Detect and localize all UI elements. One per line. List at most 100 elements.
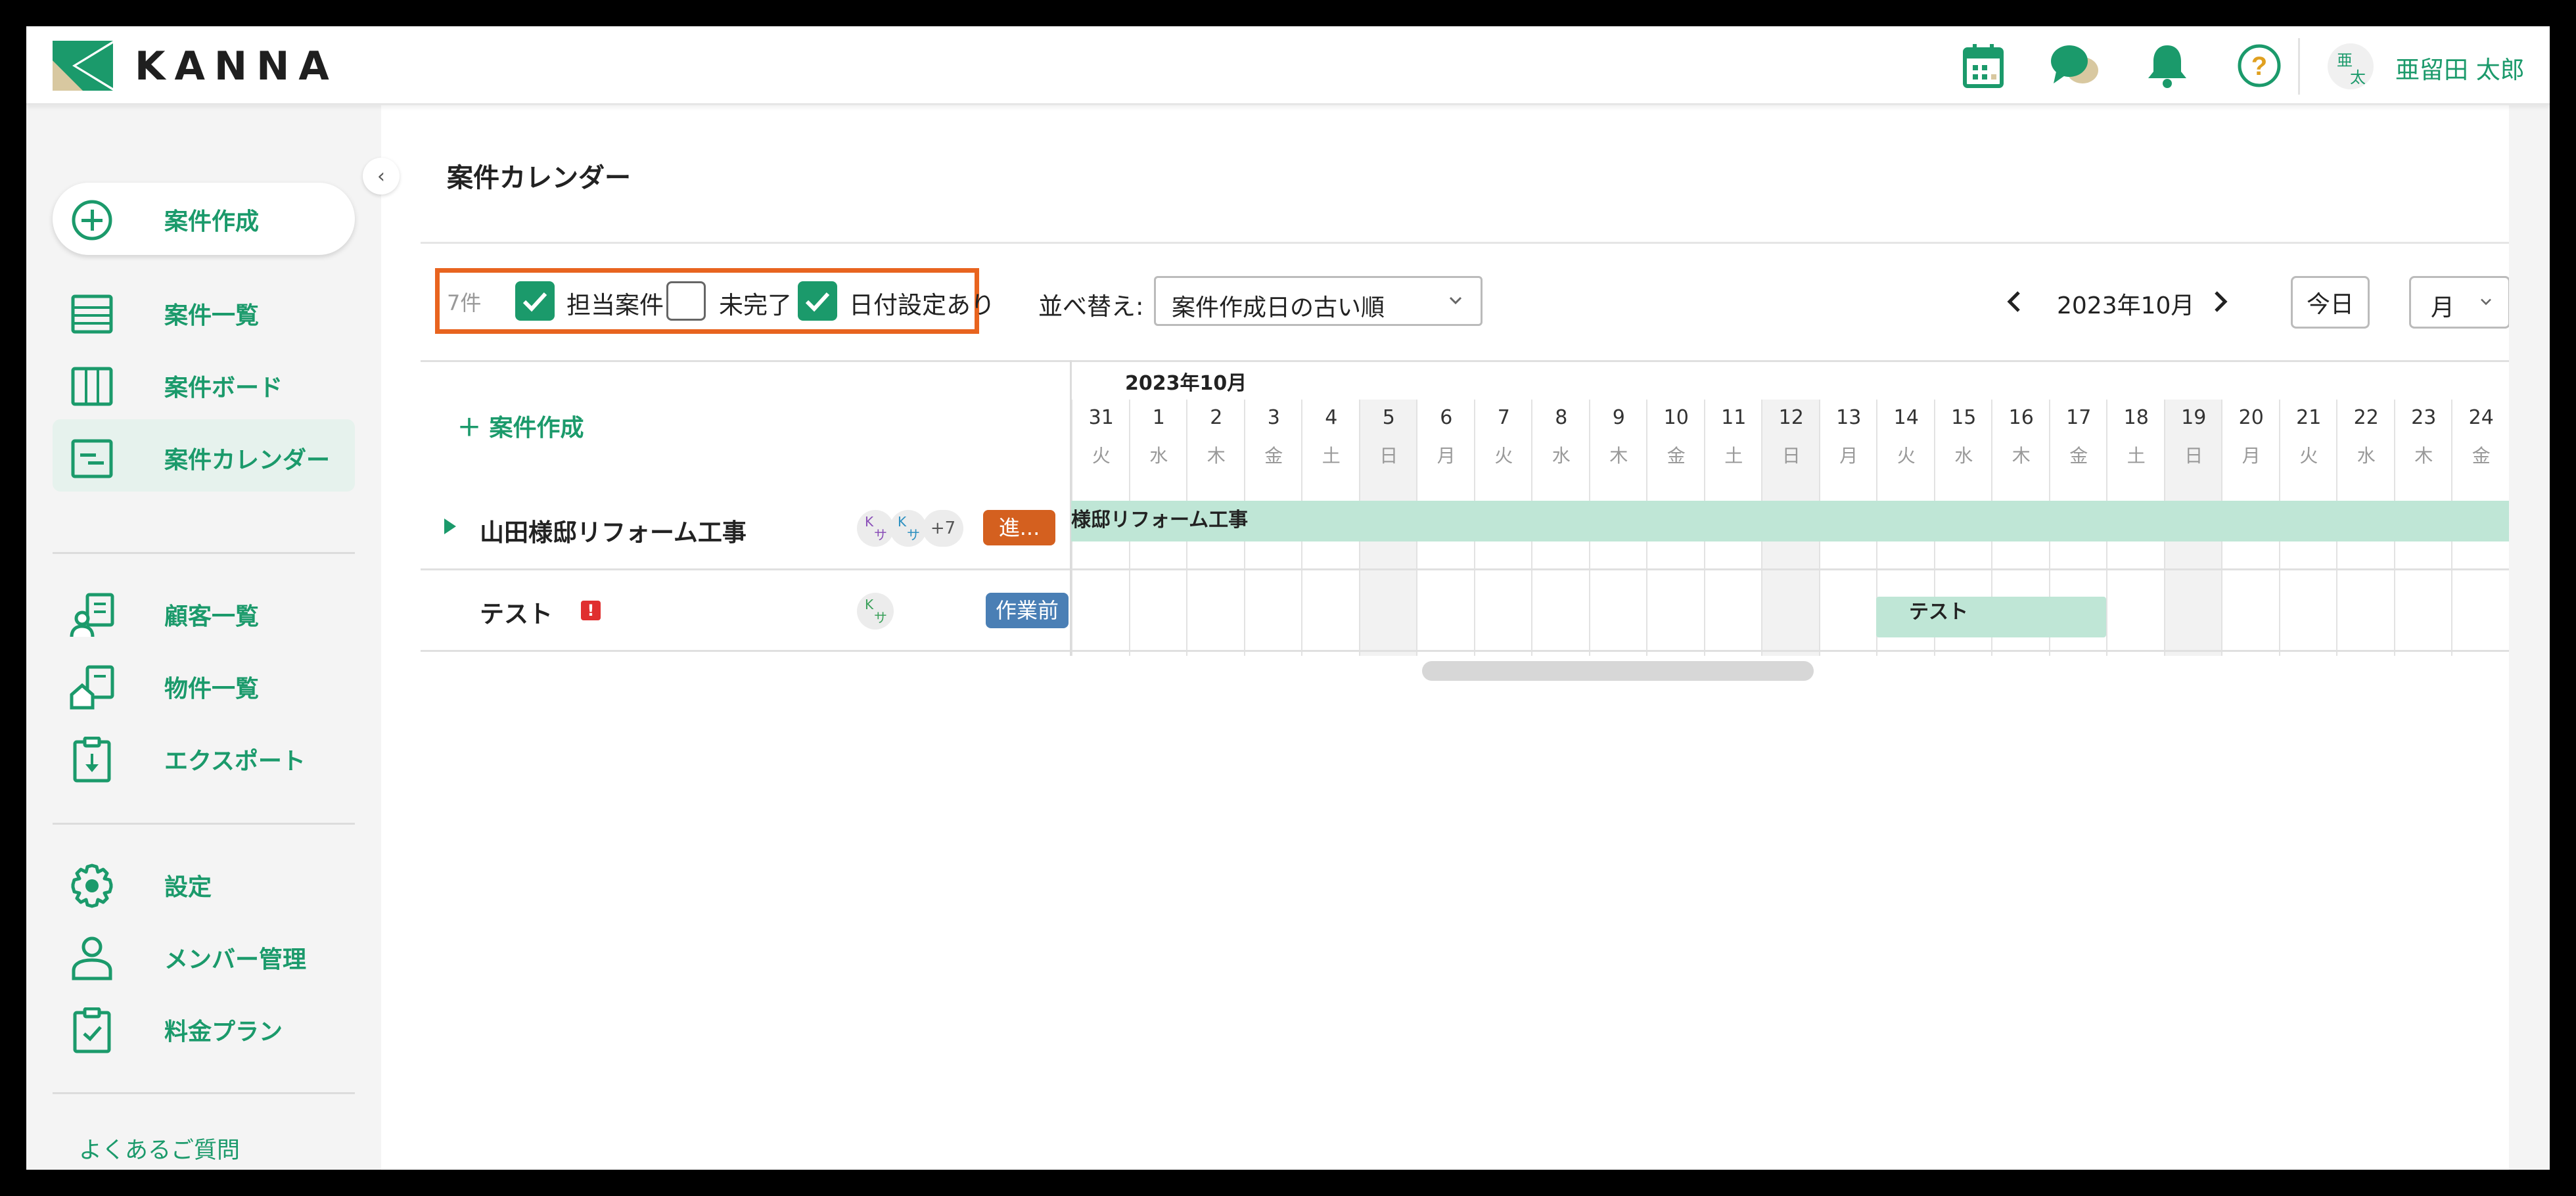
- prev-month-button[interactable]: [1998, 284, 2031, 319]
- day-number: 15: [1951, 406, 1977, 429]
- day-number: 10: [1663, 406, 1689, 429]
- nav-project-calendar[interactable]: 案件カレンダー: [53, 419, 355, 492]
- export-icon: [69, 737, 115, 783]
- horizontal-scrollbar[interactable]: [1422, 661, 1814, 681]
- calendar-create-project-link[interactable]: ＋ 案件作成: [457, 409, 584, 443]
- nav-export-label: エクスポート: [164, 748, 306, 775]
- assignee-initial: サ: [874, 527, 887, 543]
- nav-property-list[interactable]: 物件一覧: [53, 648, 355, 720]
- header-divider: [2298, 38, 2300, 95]
- today-button[interactable]: 今日: [2291, 276, 2370, 329]
- assignee-initial: サ: [907, 527, 920, 543]
- clipboard-check-icon: [69, 1007, 115, 1053]
- project-name[interactable]: テスト: [480, 594, 553, 630]
- filter-dated-checkbox[interactable]: [798, 281, 837, 321]
- day-number: 24: [2468, 406, 2494, 429]
- day-weekday: 水: [2357, 445, 2376, 467]
- sidebar-collapse-button[interactable]: ‹: [363, 158, 400, 195]
- assignee-initial: K: [865, 597, 874, 612]
- day-weekday: 火: [2299, 445, 2318, 467]
- faq-link[interactable]: よくあるご質問: [79, 1132, 240, 1165]
- assignee-initial: K: [898, 514, 907, 530]
- day-number: 16: [2008, 406, 2034, 429]
- day-weekday: 日: [2184, 445, 2203, 467]
- day-weekday: 金: [1667, 445, 1686, 467]
- user-name[interactable]: 亜留田 太郎: [2395, 50, 2525, 85]
- nav-project-list-label: 案件一覧: [164, 302, 260, 329]
- assignee-avatar[interactable]: K サ: [857, 593, 894, 630]
- nav-customer-list[interactable]: 顧客一覧: [53, 576, 355, 648]
- sort-select[interactable]: 案件作成日の古い順: [1154, 276, 1483, 326]
- assignee-avatar[interactable]: K サ: [857, 510, 894, 547]
- filter-incomplete-label[interactable]: 未完了: [719, 285, 792, 321]
- filter-assigned-checkbox[interactable]: [515, 281, 555, 321]
- nav-member-management[interactable]: メンバー管理: [53, 919, 355, 991]
- expand-triangle-icon[interactable]: [442, 517, 459, 536]
- nav-pricing-plan[interactable]: 料金プラン: [53, 991, 355, 1063]
- svg-text:?: ?: [2251, 52, 2267, 81]
- filter-incomplete-checkbox[interactable]: [666, 281, 706, 321]
- alert-icon: !: [581, 601, 601, 620]
- nav-member-management-label: メンバー管理: [164, 946, 307, 973]
- project-bar-label: テスト: [1909, 601, 1968, 624]
- calendar-icon[interactable]: [1956, 38, 2011, 93]
- kanna-logo-icon[interactable]: [53, 41, 113, 91]
- filter-assigned-label[interactable]: 担当案件: [566, 285, 664, 321]
- chat-icon[interactable]: [2048, 38, 2103, 93]
- nav-settings[interactable]: 設定: [53, 846, 355, 919]
- day-weekday: 日: [1379, 445, 1398, 467]
- sort-value: 案件作成日の古い順: [1172, 294, 1385, 321]
- day-number: 20: [2238, 406, 2264, 429]
- logo-text: KANNA: [135, 43, 338, 89]
- create-project-button[interactable]: 案件作成: [53, 183, 355, 255]
- day-weekday: 火: [1092, 445, 1111, 467]
- day-weekday: 土: [2127, 445, 2146, 467]
- day-number: 5: [1382, 406, 1395, 429]
- day-weekday: 木: [2414, 445, 2433, 467]
- day-number: 23: [2411, 406, 2437, 429]
- chevron-down-icon: [1449, 296, 1462, 305]
- day-weekday: 木: [1609, 445, 1628, 467]
- next-month-button[interactable]: [2204, 284, 2237, 319]
- sidebar-divider: [53, 823, 355, 825]
- project-row[interactable]: 山田様邸リフォーム工事 K サ K サ +7 進...: [421, 486, 1070, 568]
- project-bar-label: 様邸リフォーム工事: [1071, 509, 1249, 532]
- sidebar: 案件作成 案件一覧 案件ボード 案件カレンダー 顧客一覧 物件一覧 エクスポート…: [26, 105, 381, 1170]
- user-avatar[interactable]: 亜 太: [2328, 43, 2374, 89]
- view-mode-select[interactable]: 月: [2409, 276, 2510, 329]
- day-weekday: 木: [2012, 445, 2031, 467]
- right-gutter: [2509, 105, 2550, 1170]
- chevron-right-icon: [2215, 291, 2228, 312]
- day-weekday: 月: [2242, 445, 2261, 467]
- nav-project-list[interactable]: 案件一覧: [53, 275, 355, 347]
- day-number: 21: [2296, 406, 2322, 429]
- day-number: 11: [1721, 406, 1747, 429]
- check-icon: [805, 292, 830, 312]
- nav-export[interactable]: エクスポート: [53, 720, 355, 793]
- chevron-left-icon: ‹: [377, 164, 385, 188]
- board-icon: [69, 363, 115, 409]
- property-icon: [69, 664, 115, 710]
- filter-dated-label[interactable]: 日付設定あり: [849, 285, 995, 321]
- project-bar[interactable]: [1071, 501, 2509, 541]
- nav-project-board[interactable]: 案件ボード: [53, 347, 355, 419]
- main-content: 案件カレンダー 7件 担当案件 未完了 日付設定あり 並べ替え: 案件作成日の古…: [421, 105, 2510, 1170]
- chevron-left-icon: [2007, 291, 2020, 312]
- day-number: 6: [1440, 406, 1453, 429]
- assignee-avatar[interactable]: K サ: [890, 510, 927, 547]
- day-number: 12: [1778, 406, 1804, 429]
- status-badge: 作業前: [986, 593, 1069, 628]
- project-name[interactable]: 山田様邸リフォーム工事: [480, 513, 747, 548]
- day-number: 1: [1152, 406, 1165, 429]
- view-mode-value: 月: [2431, 294, 2455, 321]
- project-row[interactable]: テスト ! K サ 作業前: [421, 569, 1070, 651]
- day-number: 14: [1893, 406, 1919, 429]
- list-icon: [69, 291, 115, 337]
- nav-pricing-plan-label: 料金プラン: [164, 1019, 283, 1046]
- assignee-initial: サ: [874, 610, 887, 626]
- bell-icon[interactable]: [2140, 38, 2195, 93]
- help-icon[interactable]: ?: [2232, 38, 2287, 93]
- nav-project-board-label: 案件ボード: [164, 375, 283, 402]
- check-icon: [522, 292, 547, 312]
- more-assignees-badge[interactable]: +7: [923, 510, 963, 547]
